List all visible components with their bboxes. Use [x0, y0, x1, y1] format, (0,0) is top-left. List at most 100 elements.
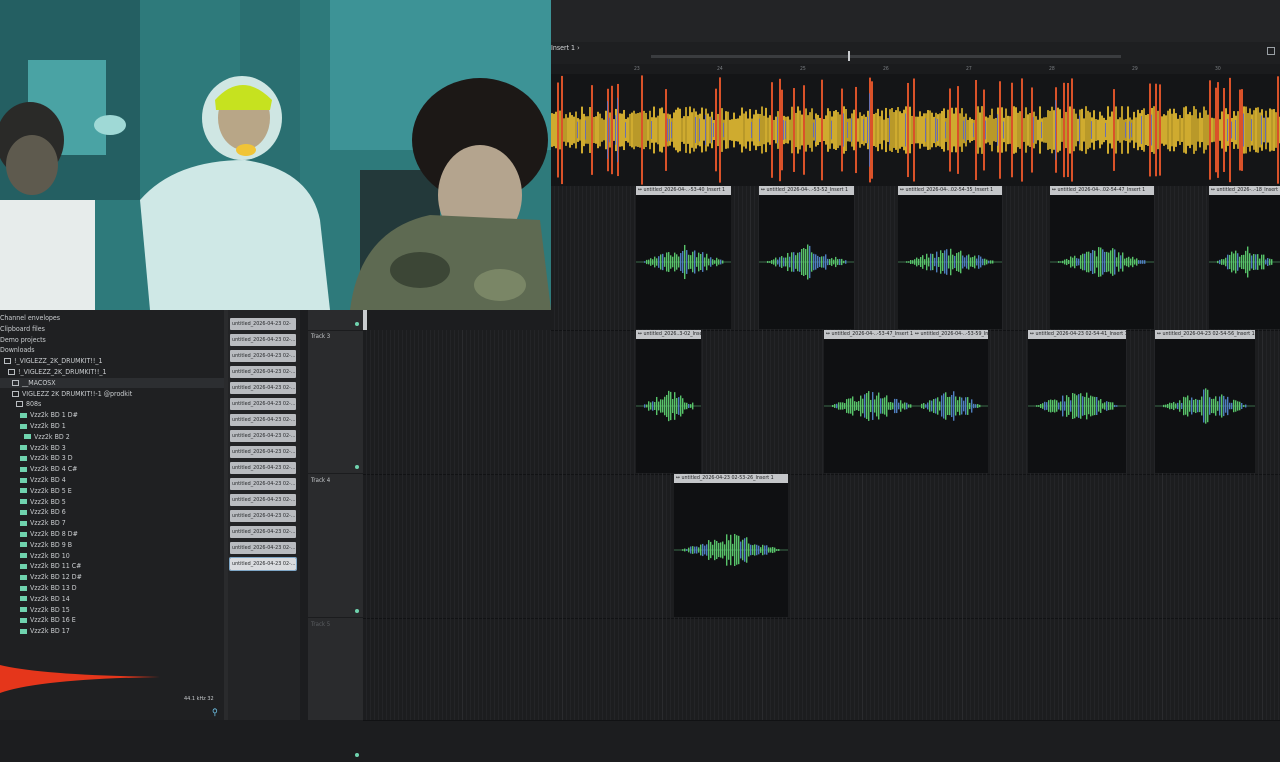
browser-item[interactable]: Vzz2k BD 12 D#	[0, 572, 225, 582]
browser-item[interactable]: Vzz2k BD 10	[0, 551, 225, 561]
browser-item[interactable]: Channel envelopes	[0, 313, 225, 323]
browser-item[interactable]: Vzz2k BD 1 D#	[0, 410, 225, 420]
browser-item[interactable]: Vzz2k BD 11 C#	[0, 561, 225, 571]
clip-title[interactable]: ↔ untitled_2026-..-18_Insert 1	[1209, 186, 1280, 195]
browser-item-label: Vzz2k BD 4	[30, 476, 66, 484]
clip-title[interactable]: ↔ untitled_2026-04-23 02-54-41_Insert 1	[1028, 330, 1126, 339]
picker-item[interactable]: untitled_2026-04-23 02-...	[229, 557, 297, 571]
track-header[interactable]	[308, 310, 363, 331]
browser-item[interactable]: Vzz2k BD 2	[0, 432, 225, 442]
clip-title[interactable]: ↔ untitled_2026-04-..-53-40_Insert 1	[636, 186, 731, 195]
picker-item[interactable]: untitled_2026-04-23 02-...	[230, 334, 296, 346]
picker-item[interactable]: untitled_2026-04-23 02-...	[230, 526, 296, 538]
track-dot-icon[interactable]	[355, 753, 359, 757]
clip-title[interactable]: ↔ untitled_2026-04-..-53-52_Insert 1	[759, 186, 854, 195]
audio-clip[interactable]: ↔ untitled_2026-04-..02-54-35_Insert 1	[898, 186, 1002, 329]
picker-item[interactable]: untitled_2026-04-23 02-...	[230, 462, 296, 474]
audio-file-icon	[20, 574, 27, 580]
clip-title[interactable]: ↔ untitled_2026-04-23 02-54-56_Insert 1	[1155, 330, 1255, 339]
browser-item[interactable]: Downloads	[0, 345, 225, 355]
track-dot-icon[interactable]	[355, 322, 359, 326]
audio-file-icon	[20, 596, 27, 602]
browser-item[interactable]: Vzz2k BD 17	[0, 626, 225, 636]
picker-item[interactable]: untitled_2026-04-23 02-...	[230, 350, 296, 362]
picker-item[interactable]: untitled_2026-04-23 02-...	[230, 414, 296, 426]
browser-item[interactable]: !_VIGLEZZ_2K_DRUMKIT!!_1	[0, 367, 225, 377]
position-slider-track[interactable]	[651, 55, 1121, 58]
picker-item[interactable]: untitled_2026-04-23 02-...	[230, 366, 296, 378]
track-dot-icon[interactable]	[355, 465, 359, 469]
browser-item[interactable]: Clipboard files	[0, 324, 225, 334]
browser-item-label: Vzz2k BD 5	[30, 497, 66, 506]
clip-title[interactable]: ↔ untitled_2026-04-..-53-59_Insert 1	[913, 330, 988, 339]
audio-clip[interactable]: ↔ untitled_2026-04-..02-54-47_Insert 1	[1050, 186, 1154, 329]
sample-rate-label: 44.1 kHz 32	[184, 696, 214, 702]
clip-title[interactable]: ↔ untitled_2026-04-23 02-53-26_Insert 1	[674, 474, 788, 483]
browser-item-label: Vzz2k BD 4 C#	[30, 465, 78, 474]
browser-item[interactable]: Vzz2k BD 9 B	[0, 540, 225, 550]
browser-item[interactable]: Vzz2k BD 7	[0, 518, 225, 528]
browser-item[interactable]: Vzz2k BD 16 E	[0, 615, 225, 625]
audio-clip[interactable]: ↔ untitled_2026-04-23 02-53-26_Insert 1	[674, 474, 788, 617]
browser-item[interactable]: Vzz2k BD 4	[0, 475, 225, 485]
playlist-lane[interactable]	[363, 330, 1280, 475]
browser-item[interactable]: Vzz2k BD 4 C#	[0, 464, 225, 474]
clip-waveform-graphic	[674, 533, 788, 567]
folder-icon	[12, 379, 19, 386]
audio-file-icon	[20, 628, 27, 634]
position-slider-handle[interactable]	[848, 51, 850, 61]
audio-clip[interactable]: ↔ untitled_2026-04-..-53-59_Insert 1	[913, 330, 988, 473]
picker-item[interactable]: untitled_2026-04-23 02-...	[230, 510, 296, 522]
search-icon[interactable]: ⚲	[212, 708, 218, 718]
audio-file-icon	[20, 553, 27, 559]
picker-item[interactable]: untitled_2026-04-23 02-...	[230, 446, 296, 458]
clip-title[interactable]: ↔ untitled_2026-04-..-53-47_Insert 1	[824, 330, 919, 339]
track-name: Track 3	[311, 333, 331, 340]
audio-clip[interactable]: ↔ untitled_2026-04-23 02-54-56_Insert 1	[1155, 330, 1255, 473]
browser-item[interactable]: __MACOSX	[0, 377, 225, 388]
browser-item[interactable]: Vzz2k BD 1	[0, 421, 225, 431]
audio-clip[interactable]: ↔ untitled_2026-..-18_Insert 1	[1209, 186, 1280, 329]
maximize-icon[interactable]	[1267, 47, 1275, 55]
playlist-scroll-handle[interactable]	[363, 310, 367, 330]
browser-item[interactable]: Demo projects	[0, 335, 225, 345]
browser-item[interactable]: !_VIGLEZZ_2K_DRUMKIT!!_1	[0, 356, 225, 366]
clip-title[interactable]: ↔ untitled_2026..3-02_Insert 1	[636, 330, 701, 339]
insert-label[interactable]: Insert 1 ›	[551, 44, 580, 52]
clip-title[interactable]: ↔ untitled_2026-04-..02-54-47_Insert 1	[1050, 186, 1154, 195]
browser-item[interactable]: VIGLEZZ 2K DRUMKIT!!-1 @prodkit	[0, 389, 225, 399]
browser-item[interactable]: Vzz2k BD 14	[0, 594, 225, 604]
picker-item[interactable]: untitled_2026-04-23 02-	[230, 318, 296, 330]
playlist-lane[interactable]	[363, 474, 1280, 619]
audio-file-icon	[20, 509, 27, 515]
audio-clip[interactable]: ↔ untitled_2026-04-..-53-47_Insert 1	[824, 330, 919, 473]
track-header[interactable]: Track 4	[308, 474, 363, 618]
audio-file-icon	[24, 434, 31, 440]
track-dot-icon[interactable]	[355, 609, 359, 613]
picker-item[interactable]: untitled_2026-04-23 02-...	[230, 382, 296, 394]
browser-item[interactable]: Vzz2k BD 3	[0, 443, 225, 453]
browser-item[interactable]: Vzz2k BD 15	[0, 605, 225, 615]
browser-item[interactable]: Vzz2k BD 3 D	[0, 453, 225, 463]
picker-item[interactable]: untitled_2026-04-23 02-...	[230, 398, 296, 410]
track-header[interactable]: Track 3	[308, 330, 363, 474]
browser-item[interactable]: Vzz2k BD 8 D#	[0, 529, 225, 539]
picker-item[interactable]: untitled_2026-04-23 02-...	[230, 542, 296, 554]
audio-clip[interactable]: ↔ untitled_2026-04-23 02-54-41_Insert 1	[1028, 330, 1126, 473]
audio-clip[interactable]: ↔ untitled_2026-04-..-53-52_Insert 1	[759, 186, 854, 329]
picker-item[interactable]: untitled_2026-04-23 02-...	[230, 494, 296, 506]
playlist-lane[interactable]	[363, 618, 1280, 721]
audio-clip[interactable]: ↔ untitled_2026-04-..-53-40_Insert 1	[636, 186, 731, 329]
browser-item[interactable]: Vzz2k BD 13 D	[0, 583, 225, 593]
picker-item[interactable]: untitled_2026-04-23 02-...	[230, 478, 296, 490]
clip-title[interactable]: ↔ untitled_2026-04-..02-54-35_Insert 1	[898, 186, 1002, 195]
browser-item-label: Clipboard files	[0, 324, 45, 333]
track-header[interactable]: Track 5	[308, 618, 363, 762]
picker-item[interactable]: untitled_2026-04-23 02-...	[230, 430, 296, 442]
browser-item[interactable]: 808s	[0, 399, 225, 409]
clip-waveform-graphic	[1209, 246, 1280, 278]
browser-item[interactable]: Vzz2k BD 6	[0, 507, 225, 517]
browser-item[interactable]: Vzz2k BD 5 E	[0, 486, 225, 496]
audio-clip[interactable]: ↔ untitled_2026..3-02_Insert 1	[636, 330, 701, 473]
browser-item[interactable]: Vzz2k BD 5	[0, 497, 225, 507]
